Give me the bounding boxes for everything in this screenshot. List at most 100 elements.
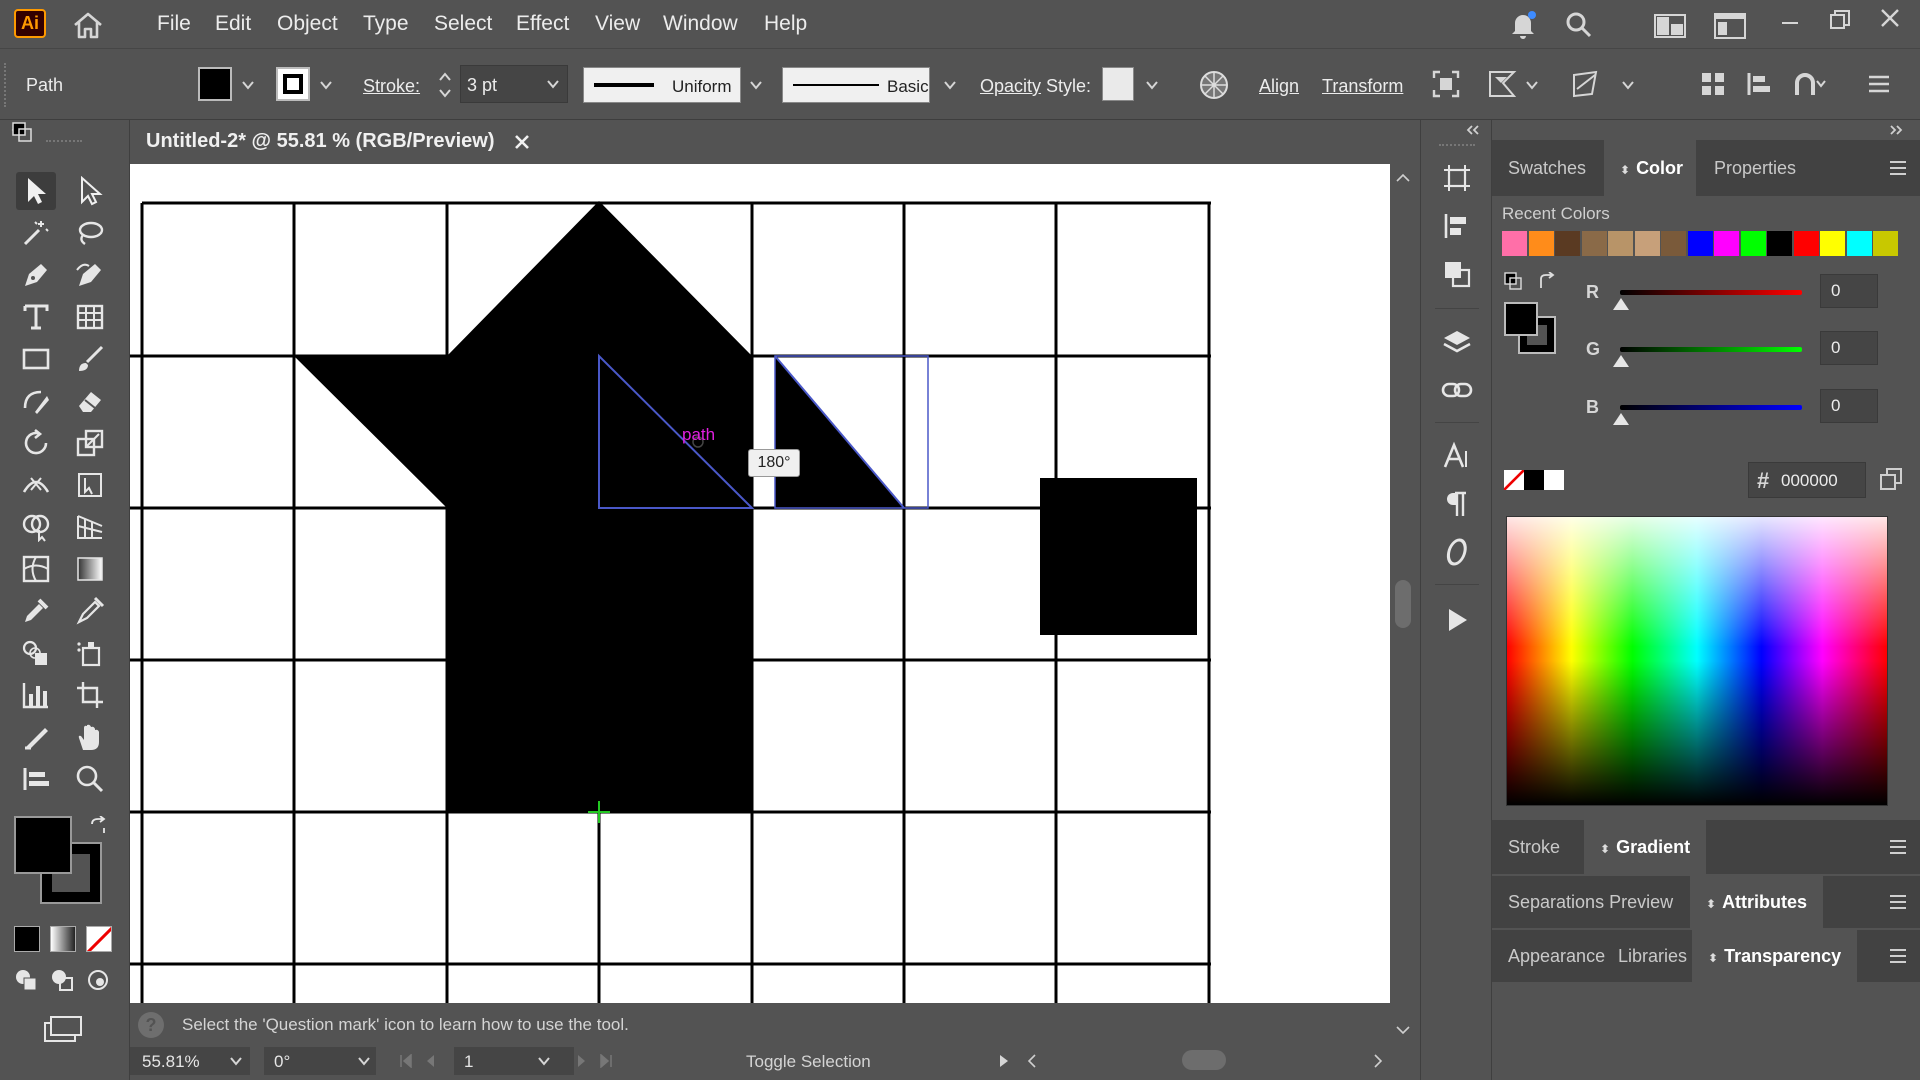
scroll-right-icon[interactable] (1368, 1051, 1388, 1071)
artboard-number-chevron-icon[interactable] (536, 1053, 552, 1069)
copy-hex-icon[interactable] (1876, 464, 1906, 494)
paintbrush-tool-icon[interactable] (70, 340, 110, 378)
shape-builder-tool-icon[interactable] (16, 508, 56, 546)
curvature-tool-icon[interactable] (70, 256, 110, 294)
channel-g-slider[interactable] (1620, 347, 1802, 352)
recent-color-swatch[interactable] (1767, 231, 1792, 256)
control-bar-grip[interactable] (4, 63, 10, 107)
recent-color-swatch[interactable] (1873, 231, 1898, 256)
brush-definition-dropdown[interactable]: Basic (782, 67, 930, 103)
menu-file[interactable]: File (157, 10, 191, 38)
tab-gradient[interactable]: ⬍ Gradient (1584, 820, 1707, 874)
tab-attributes[interactable]: ⬍ Attributes (1690, 876, 1824, 928)
paragraph-panel-icon[interactable] (1437, 484, 1477, 524)
menu-window[interactable]: Window (663, 10, 738, 38)
tab-libraries[interactable]: Libraries (1602, 930, 1703, 982)
free-transform-tool-icon[interactable] (70, 466, 110, 504)
shape-builder-options-icon[interactable] (1484, 65, 1520, 103)
channel-r-input[interactable]: 0 (1820, 274, 1878, 308)
stroke-weight-stepper[interactable] (434, 67, 456, 103)
opacity-panel-link[interactable]: Opacity (980, 75, 1041, 97)
recent-color-swatch[interactable] (1581, 231, 1607, 256)
workspace-switcher-icon[interactable] (1652, 10, 1688, 42)
channel-b-input[interactable]: 0 (1820, 389, 1878, 423)
rotate-tool-icon[interactable] (16, 424, 56, 462)
draw-normal-icon[interactable] (12, 966, 40, 994)
none-swatch[interactable] (1504, 470, 1524, 490)
eyedropper-tool-icon[interactable] (16, 592, 56, 630)
shape-options-chevron-icon[interactable] (1522, 75, 1542, 95)
black-swatch[interactable] (1524, 470, 1544, 490)
channel-g-input[interactable]: 0 (1820, 331, 1878, 365)
selection-tool-icon[interactable] (16, 172, 56, 210)
vertical-scroll-thumb[interactable] (1395, 580, 1411, 628)
close-document-icon[interactable] (510, 130, 534, 154)
tab-transparency[interactable]: ⬍ Transparency (1692, 930, 1858, 982)
previous-artboard-icon[interactable] (420, 1051, 440, 1071)
document-tab[interactable]: Untitled-2* @ 55.81 % (RGB/Preview) (134, 120, 534, 166)
character-panel-icon[interactable] (1437, 436, 1477, 476)
none-mode-button[interactable] (86, 926, 112, 952)
magic-wand-tool-icon[interactable] (16, 214, 56, 252)
artwork[interactable] (130, 164, 1390, 1003)
blend-tool-icon[interactable] (16, 634, 56, 672)
rectangle-tool-icon[interactable] (16, 340, 56, 378)
expand-dock-icon[interactable] (1463, 122, 1483, 138)
symbol-sprayer-tool-icon[interactable] (70, 634, 110, 672)
envelope-distort-icon[interactable] (1568, 65, 1604, 103)
recent-color-swatch[interactable] (1608, 231, 1633, 256)
last-artboard-icon[interactable] (596, 1051, 616, 1071)
fill-color-indicator[interactable] (14, 816, 72, 874)
channel-r-thumb[interactable] (1613, 298, 1629, 310)
panel-fill-swatch[interactable] (1504, 302, 1538, 336)
menu-help[interactable]: Help (764, 10, 807, 38)
menu-effect[interactable]: Effect (516, 10, 569, 38)
recent-color-swatch[interactable] (1793, 231, 1819, 256)
white-swatch[interactable] (1544, 470, 1564, 490)
channel-b-thumb[interactable] (1613, 413, 1629, 425)
edit-toolbar-icon[interactable] (16, 760, 56, 798)
scale-tool-icon[interactable] (70, 424, 110, 462)
table-grid-tool-icon[interactable] (70, 298, 110, 336)
recent-color-swatch[interactable] (1528, 231, 1554, 256)
artboard-number-field[interactable]: 1 (454, 1047, 574, 1075)
attributes-panel-menu-icon[interactable] (1886, 890, 1910, 914)
control-bar-menu-icon[interactable] (1862, 65, 1896, 103)
collapse-panels-icon[interactable] (1886, 122, 1906, 138)
square-shape[interactable] (1040, 478, 1197, 635)
menu-select[interactable]: Select (434, 10, 492, 38)
align-panel-icon[interactable] (1437, 206, 1477, 246)
color-picker-tool-icon[interactable] (70, 592, 110, 630)
tab-color[interactable]: ⬍ Color (1604, 140, 1696, 196)
distribute-icon[interactable] (1696, 65, 1730, 103)
recent-color-swatch[interactable] (1555, 231, 1580, 256)
screen-mode-icon[interactable] (40, 1012, 86, 1046)
tab-swatches[interactable]: Swatches (1492, 140, 1602, 196)
links-panel-icon[interactable] (1437, 370, 1477, 410)
recent-color-swatch[interactable] (1740, 231, 1766, 256)
path-ops-icon[interactable] (1790, 65, 1830, 103)
width-tool-icon[interactable] (16, 466, 56, 504)
channel-b-slider[interactable] (1620, 405, 1802, 410)
stroke-color-swatch[interactable] (276, 67, 310, 101)
pathfinder-panel-icon[interactable] (1437, 254, 1477, 294)
minimize-icon[interactable] (1774, 6, 1806, 38)
zoom-tool-icon[interactable] (70, 760, 110, 798)
transparency-panel-menu-icon[interactable] (1886, 944, 1910, 968)
default-fill-stroke-icon[interactable] (10, 120, 34, 144)
tab-stroke[interactable]: Stroke (1492, 820, 1576, 874)
color-mode-button[interactable] (14, 926, 40, 952)
actions-panel-icon[interactable] (1437, 600, 1477, 640)
channel-r-slider[interactable] (1620, 290, 1802, 295)
brush-chevron-icon[interactable] (940, 75, 960, 95)
zoom-chevron-icon[interactable] (228, 1053, 244, 1069)
column-graph-tool-icon[interactable] (16, 676, 56, 714)
hand-tool-icon[interactable] (70, 718, 110, 756)
color-spectrum[interactable] (1506, 516, 1888, 806)
artboard[interactable]: path 180° (130, 164, 1390, 1003)
lasso-tool-icon[interactable] (70, 214, 110, 252)
tab-properties[interactable]: Properties (1698, 140, 1812, 196)
menu-object[interactable]: Object (277, 10, 338, 38)
menu-type[interactable]: Type (363, 10, 409, 38)
scroll-down-icon[interactable] (1394, 1022, 1412, 1038)
